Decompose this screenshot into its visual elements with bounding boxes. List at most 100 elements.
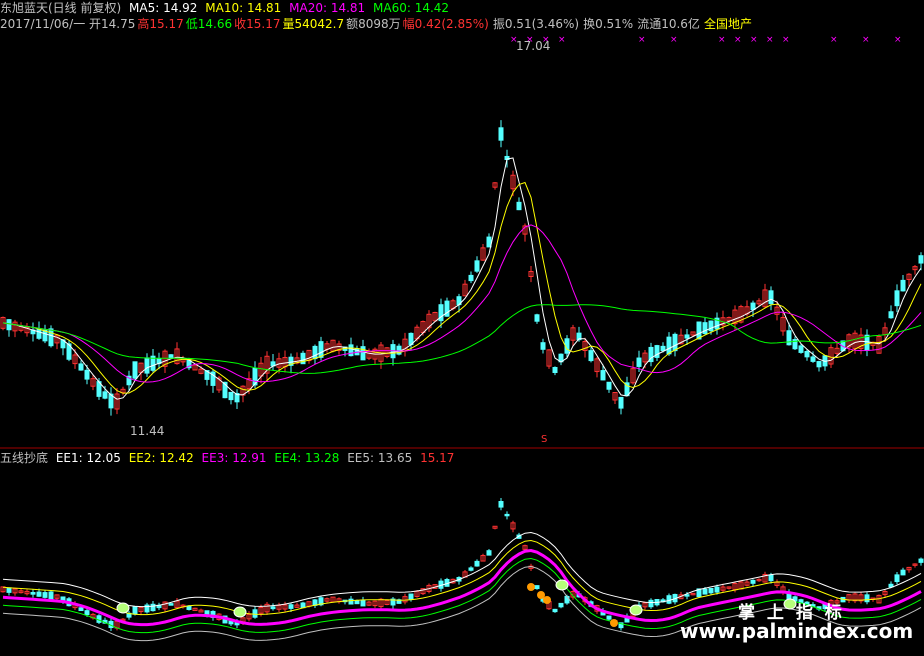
candle-body (888, 311, 894, 319)
indicator-candle-body (900, 569, 906, 576)
candle-body (672, 333, 678, 352)
candle-body (6, 319, 12, 331)
candle-body (660, 345, 666, 352)
candle-body (816, 361, 822, 368)
x-mark-icon: × (638, 35, 646, 45)
indicator-candle-body (474, 560, 480, 567)
indicator-candle-body (270, 606, 276, 610)
indicator-candle-body (288, 604, 294, 609)
candle-body (318, 341, 324, 358)
candle-body (78, 363, 84, 371)
indicator-candle-body (42, 592, 48, 598)
turnover: 换0.51% (583, 17, 634, 31)
x-mark-icon: × (894, 35, 902, 45)
indicator-candle-body (48, 591, 54, 601)
indicator-candle-body (552, 608, 558, 613)
x-mark-icon: × (750, 35, 758, 45)
indicator-candle-body (486, 550, 492, 556)
indicator-candle-body (132, 606, 138, 615)
candle-body (168, 354, 174, 359)
candle-body (750, 302, 756, 311)
candle-body (468, 274, 474, 282)
candle-body (36, 328, 42, 339)
candle-body (600, 370, 606, 381)
candle-body (606, 381, 612, 390)
ee3-value: EE3: 12.91 (201, 451, 267, 465)
candle-body (474, 260, 480, 272)
ma20-line (2, 224, 922, 383)
candle-body (228, 391, 234, 401)
high-price-label: 17.04 (516, 39, 551, 53)
candle-body (102, 391, 108, 399)
indicator-candle-body (498, 501, 504, 508)
float-cap: 流通10.6亿 (637, 17, 700, 31)
candle-body (804, 350, 810, 358)
candle-body (498, 127, 504, 141)
x-mark-icon: × (782, 35, 790, 45)
indicator-candle-body (360, 599, 366, 607)
x-mark-icon: × (766, 35, 774, 45)
ee2-value: EE2: 12.42 (128, 451, 194, 465)
indicator-candle-body (168, 603, 174, 606)
indicator-candle-body (684, 594, 690, 597)
indicator-close: 15.17 (420, 451, 455, 465)
chart-canvas[interactable]: × × × × × × × × × × × × × × (0, 0, 924, 656)
candle-body (132, 361, 138, 379)
candle-body (360, 346, 366, 361)
date-open: 2017/11/06/一 开14.75 (0, 17, 136, 31)
x-mark-icon: × (670, 35, 678, 45)
indicator-header: 五线抄底 EE1: 12.05 EE2: 12.42 EE3: 12.91 EE… (0, 450, 458, 466)
indicator-candle-body (918, 558, 924, 563)
ee5-value: EE5: 13.65 (347, 451, 413, 465)
ma10-value: MA10: 14.81 (205, 1, 282, 15)
indicator-candle-body (750, 579, 756, 584)
candle-body (348, 344, 354, 357)
stock-title: 东旭蓝天(日线 前复权) (0, 1, 122, 15)
candle-body (702, 322, 708, 335)
candle-body (618, 396, 624, 409)
sell-signal-mark: S (541, 434, 548, 445)
quote-info: 2017/11/06/一 开14.75 高15.17 低14.66 收15.17 量54… (0, 16, 756, 32)
indicator-candle-body (708, 587, 714, 594)
indicator-candle-body (348, 598, 354, 605)
indicator-candle-body (558, 602, 564, 608)
candle-body (864, 334, 870, 351)
x-mark-icon: × (718, 35, 726, 45)
candle-body (894, 290, 900, 307)
x-mark-icon: × (558, 35, 566, 45)
candle-body (48, 328, 54, 347)
indicator-candle-body (36, 591, 42, 597)
amount: 额8098万 (346, 17, 401, 31)
indicator-candle-body (606, 615, 612, 620)
ma5-value: MA5: 14.92 (129, 1, 198, 15)
ma10-line (2, 181, 922, 394)
candle-body (918, 255, 924, 264)
x-mark-icon: × (734, 35, 742, 45)
candle-body (588, 350, 594, 362)
indicator-candle-body (702, 588, 708, 595)
buy-signal-icon (233, 606, 247, 618)
sector-link[interactable]: 全国地产 (704, 17, 752, 31)
indicator-candle-body (354, 600, 360, 605)
buy-signal-icon (116, 602, 130, 614)
candle-body (798, 345, 804, 353)
indicator-candle-body (864, 594, 870, 603)
main-header: 东旭蓝天(日线 前复权) MA5: 14.92 MA10: 14.81 MA20… (0, 0, 453, 16)
low-price-label: 11.44 (130, 424, 165, 438)
candle-body (810, 356, 816, 362)
volume: 量54042.7 (282, 17, 345, 31)
indicator-candle-body (300, 602, 306, 609)
ma60-value: MA60: 14.42 (373, 1, 450, 15)
indicator-candle-body (150, 603, 156, 612)
candle-body (666, 336, 672, 355)
indicator-candle-body (714, 586, 720, 593)
x-mark-icon: × (830, 35, 838, 45)
indicator-candle-body (648, 599, 654, 608)
candle-body (312, 345, 318, 360)
indicator-candle-body (78, 607, 84, 612)
indicator-candle-body (408, 593, 414, 600)
bottom-signal-icon (527, 583, 535, 591)
indicator-candle-body (666, 595, 672, 604)
buy-signal-icon (555, 579, 569, 591)
indicator-candle-body (768, 574, 774, 582)
